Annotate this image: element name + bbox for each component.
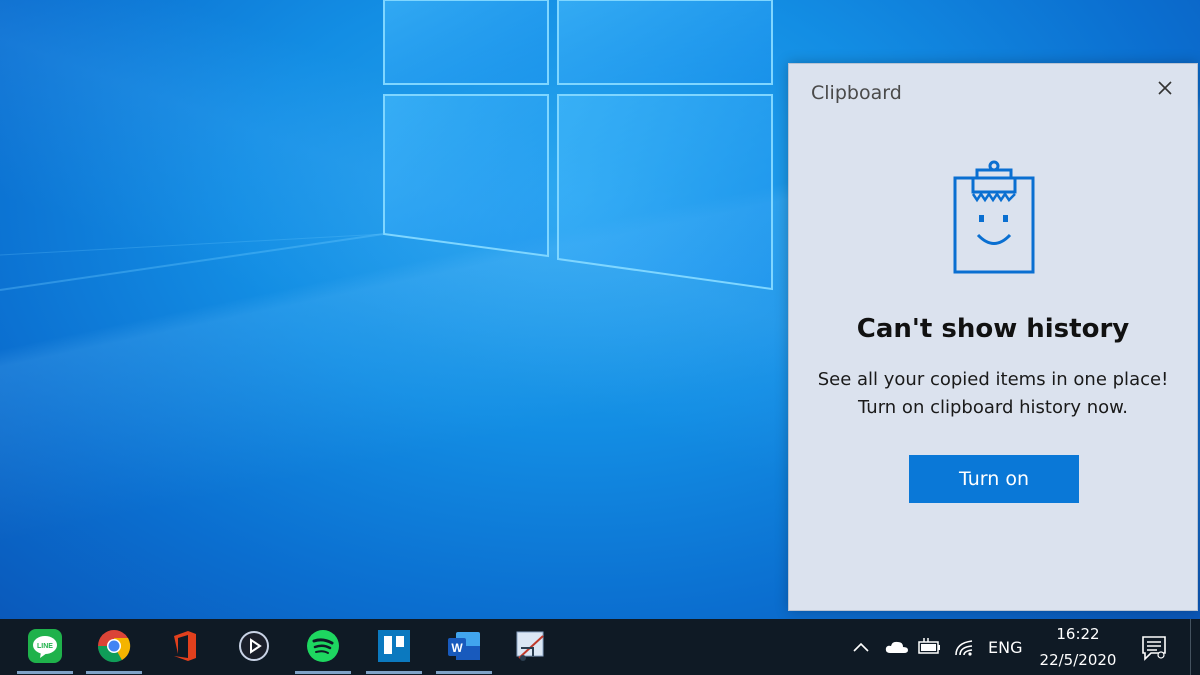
clipboard-panel: Clipboard Can't show history See all you…: [788, 63, 1198, 611]
description-line-2: Turn on clipboard history now.: [858, 397, 1128, 418]
running-indicator: [295, 671, 351, 674]
snipping-tool-icon[interactable]: [513, 628, 549, 664]
turn-on-button[interactable]: Turn on: [909, 455, 1079, 503]
clock-date[interactable]: 22/5/2020: [1030, 651, 1126, 669]
line-app-icon[interactable]: LINE: [27, 628, 63, 664]
clipboard-description: See all your copied items in one place! …: [789, 366, 1197, 422]
close-icon: [1158, 81, 1172, 95]
trello-icon[interactable]: [376, 628, 412, 664]
wifi-icon[interactable]: [954, 637, 974, 657]
media-player-icon[interactable]: [236, 628, 272, 664]
notification-center-icon[interactable]: [1141, 635, 1167, 661]
svg-text:LINE: LINE: [37, 643, 53, 650]
word-icon[interactable]: W: [446, 628, 482, 664]
running-indicator: [86, 671, 142, 674]
taskbar: LINE W ENG 16:22 22/5/2020: [0, 619, 1200, 675]
clock-time[interactable]: 16:22: [1038, 625, 1118, 643]
battery-icon[interactable]: [918, 638, 942, 656]
spotify-icon[interactable]: [305, 628, 341, 664]
clipboard-title: Clipboard: [811, 82, 902, 104]
show-desktop-button[interactable]: [1190, 619, 1200, 675]
description-line-1: See all your copied items in one place!: [817, 369, 1169, 390]
office-icon[interactable]: [166, 628, 202, 664]
running-indicator: [436, 671, 492, 674]
chrome-icon[interactable]: [96, 628, 132, 664]
chevron-up-icon[interactable]: [852, 640, 870, 654]
onedrive-cloud-icon[interactable]: [884, 639, 910, 655]
running-indicator: [17, 671, 73, 674]
svg-text:W: W: [451, 641, 463, 655]
clipboard-smiley-icon: [953, 160, 1035, 274]
clipboard-heading: Can't show history: [856, 314, 1130, 344]
language-indicator[interactable]: ENG: [988, 638, 1022, 657]
close-button[interactable]: [1151, 74, 1179, 102]
running-indicator: [366, 671, 422, 674]
